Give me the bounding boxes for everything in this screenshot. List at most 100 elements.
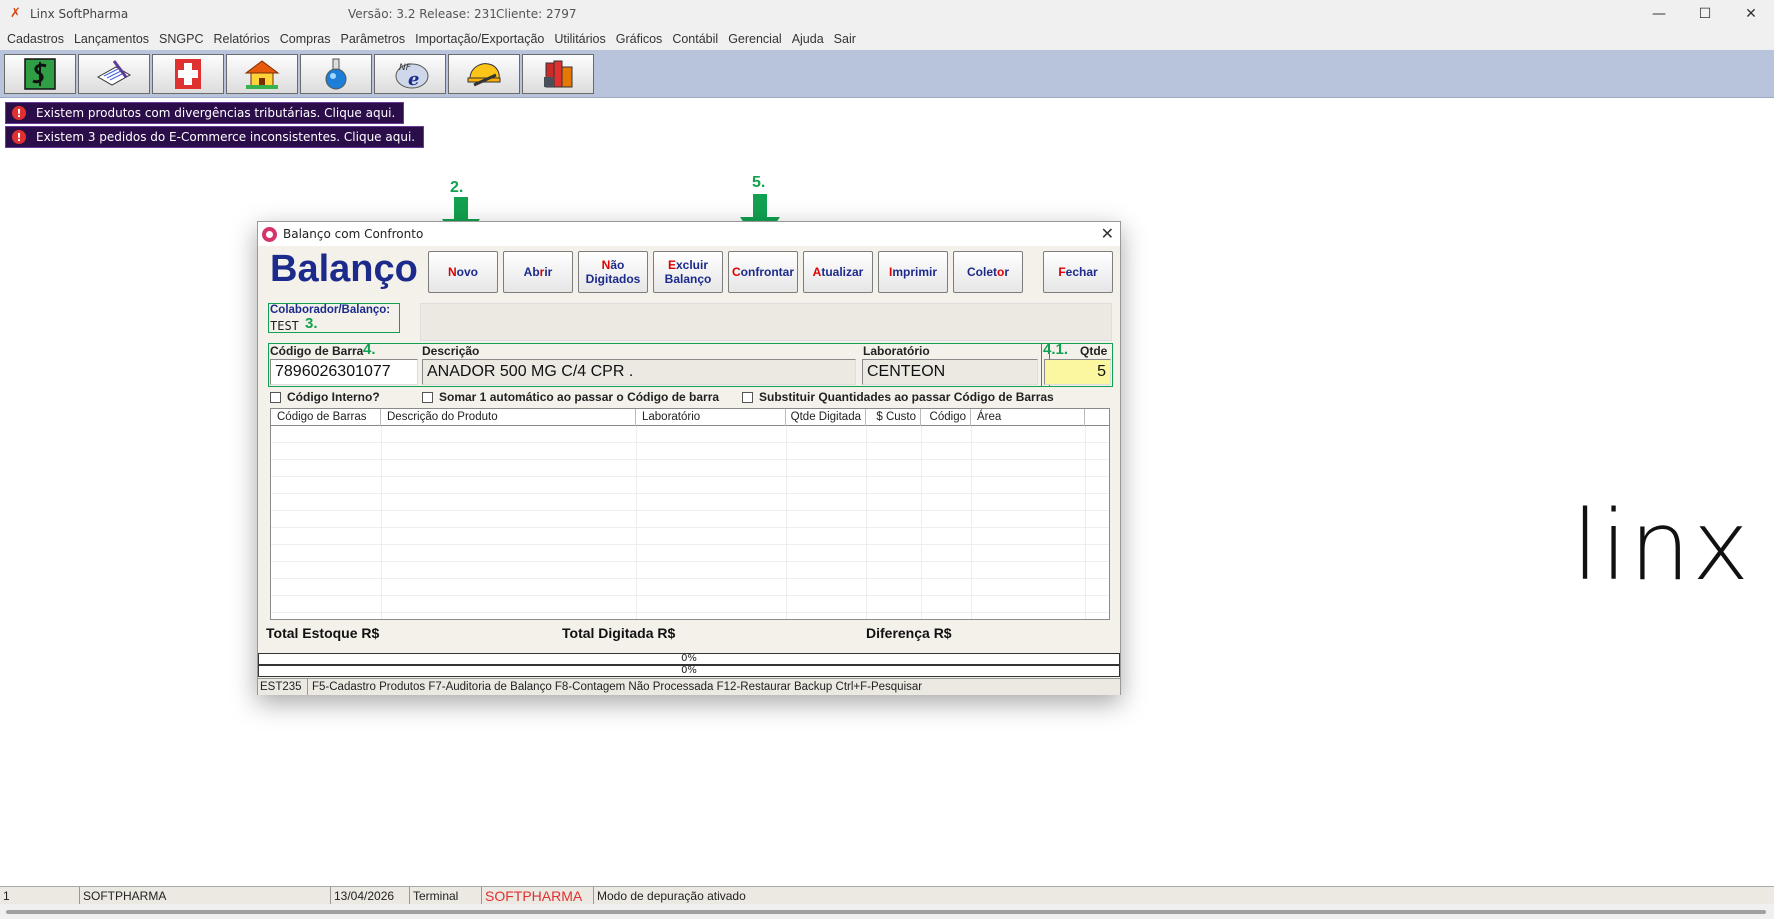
menu-sngpc[interactable]: SNGPC (154, 32, 208, 46)
dialog-status-bar: EST235 F5-Cadastro Produtos F7-Auditoria… (258, 678, 1120, 695)
horizontal-scrollbar[interactable] (0, 904, 1774, 919)
balanco-dialog: Balanço com Confronto ✕ Balanço Novo Abr… (257, 221, 1121, 695)
version-label: Versão: 3.2 Release: 231 (348, 7, 497, 21)
annotation-2: 2. (450, 179, 464, 196)
confrontar-button[interactable]: Confrontar (728, 251, 798, 293)
notepad-icon (96, 60, 132, 86)
dialog-title-bar: Balanço com Confronto ✕ (258, 222, 1120, 246)
menu-importacao[interactable]: Importação/Exportação (410, 32, 549, 46)
toolbar-house-button[interactable] (226, 54, 298, 94)
button-label: echar (1065, 265, 1098, 279)
col-area[interactable]: Área (971, 409, 1085, 426)
alert-divergencias[interactable]: ! Existem produtos com divergências trib… (5, 102, 405, 124)
items-grid[interactable]: Código de Barras Descrição do Produto La… (270, 408, 1110, 620)
col-laboratorio[interactable]: Laboratório (636, 409, 786, 426)
toolbar-pharmacy-button[interactable] (152, 54, 224, 94)
maximize-button[interactable]: ☐ (1682, 0, 1728, 28)
toolbar-cash-button[interactable] (4, 54, 76, 94)
laboratorio-input[interactable]: CENTEON (862, 359, 1038, 385)
table-row (271, 460, 1109, 477)
progress-bar-2: 0% (258, 665, 1120, 677)
page-title: Balanço (270, 248, 418, 290)
checkbox-box (422, 391, 433, 403)
status-screen-code: EST235 (258, 679, 308, 695)
excluir-balanco-button[interactable]: Excluir Balanço (653, 251, 723, 293)
annotation-4-1: 4.1. (1043, 341, 1069, 358)
col-codigo[interactable]: Código (921, 409, 971, 426)
checkbox-box (742, 391, 753, 403)
alert-text: Existem produtos com divergências tribut… (36, 106, 396, 120)
codigo-barra-input[interactable]: 7896026301077 (270, 359, 418, 385)
codigo-interno-checkbox[interactable]: Código Interno? (270, 390, 380, 404)
button-label: Digitados (585, 272, 641, 286)
toolbar-books-button[interactable] (522, 54, 594, 94)
close-window-button[interactable]: ✕ (1728, 0, 1774, 28)
imprimir-button[interactable]: Imprimir (878, 251, 948, 293)
menu-relatorios[interactable]: Relatórios (209, 32, 275, 46)
status-brand: SOFTPHARMA (482, 887, 594, 904)
menu-graficos[interactable]: Gráficos (611, 32, 668, 46)
app-title: Linx SoftPharma (30, 7, 129, 21)
button-label: xcluir (676, 258, 709, 272)
app-logo-icon: ✗ (10, 6, 21, 21)
total-digitada-label: Total Digitada R$ (562, 625, 676, 641)
descricao-input[interactable]: ANADOR 500 MG C/4 CPR . (422, 359, 856, 385)
table-row (271, 443, 1109, 460)
menu-cadastros[interactable]: Cadastros (2, 32, 69, 46)
status-debug-mode: Modo de depuração ativado (597, 888, 746, 903)
col-qtde-digitada[interactable]: Qtde Digitada (786, 409, 866, 426)
toolbar: NF e (0, 50, 1774, 98)
menu-lancamentos[interactable]: Lançamentos (69, 32, 154, 46)
button-label: onfrontar (740, 265, 794, 279)
qtde-input[interactable]: 5 (1044, 359, 1111, 385)
menu-gerencial[interactable]: Gerencial (723, 32, 787, 46)
annotation-5: 5. (752, 174, 766, 191)
novo-button[interactable]: Novo (428, 251, 498, 293)
hotkey-letter: F (1058, 265, 1066, 279)
annotation-3: 3. (305, 315, 318, 332)
status-date: 13/04/2026 (331, 887, 410, 904)
codigo-barra-label: Código de Barra (270, 344, 364, 358)
somar-automatico-checkbox[interactable]: Somar 1 automático ao passar o Código de… (422, 390, 719, 404)
coletor-button[interactable]: Coletor (953, 251, 1023, 293)
menu-parametros[interactable]: Parâmetros (336, 32, 411, 46)
checkbox-box (270, 391, 281, 403)
diferenca-label: Diferença R$ (866, 625, 952, 641)
laboratorio-label: Laboratório (863, 344, 930, 358)
nao-digitados-button[interactable]: Não Digitados (578, 251, 648, 293)
dialog-title: Balanço com Confronto (283, 227, 424, 241)
hotkey-letter: N (447, 265, 457, 279)
minimize-button[interactable]: — (1636, 0, 1682, 28)
col-descricao[interactable]: Descrição do Produto (381, 409, 636, 426)
menu-contabil[interactable]: Contábil (667, 32, 723, 46)
col-custo[interactable]: $ Custo (866, 409, 921, 426)
cash-icon (24, 58, 56, 90)
scrollbar-thumb[interactable] (6, 910, 1766, 914)
table-row (271, 426, 1109, 443)
menu-utilitarios[interactable]: Utilitários (549, 32, 610, 46)
toolbar-flask-button[interactable] (300, 54, 372, 94)
menu-compras[interactable]: Compras (275, 32, 336, 46)
toolbar-notepad-button[interactable] (78, 54, 150, 94)
button-label: Ab (523, 265, 540, 279)
colaborador-label: Colaborador/Balanço: (270, 304, 391, 316)
button-label: Colet (966, 265, 997, 279)
substituir-quantidades-checkbox[interactable]: Substituir Quantidades ao passar Código … (742, 390, 1054, 404)
atualizar-button[interactable]: Atualizar (803, 251, 873, 293)
button-label: tualizar (821, 265, 864, 279)
button-label: ão (610, 258, 625, 272)
alert-ecommerce[interactable]: ! Existem 3 pedidos do E-Commerce incons… (5, 126, 425, 148)
menu-sair[interactable]: Sair (829, 32, 861, 46)
toolbar-helmet-button[interactable] (448, 54, 520, 94)
fechar-button[interactable]: Fechar (1043, 251, 1113, 293)
dialog-close-button[interactable]: ✕ (1101, 224, 1114, 243)
dialog-app-icon (262, 226, 277, 242)
checkbox-label: Somar 1 automático ao passar o Código de… (439, 390, 720, 404)
abrir-button[interactable]: Abrir (503, 251, 573, 293)
menu-ajuda[interactable]: Ajuda (787, 32, 829, 46)
status-user: SOFTPHARMA (80, 887, 331, 904)
col-codigo-barras[interactable]: Código de Barras (271, 409, 381, 426)
button-label: mprimir (892, 265, 938, 279)
flask-icon (325, 58, 347, 90)
toolbar-nfe-button[interactable]: NF e (374, 54, 446, 94)
